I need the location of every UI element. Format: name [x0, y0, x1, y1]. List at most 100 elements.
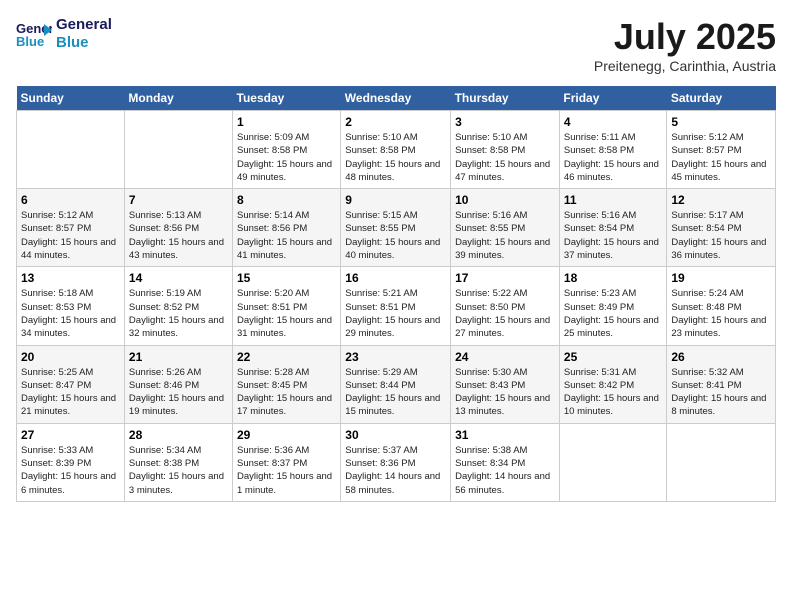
day-number: 8: [237, 193, 336, 207]
day-number: 3: [455, 115, 555, 129]
day-info: Sunrise: 5:12 AMSunset: 8:57 PMDaylight:…: [21, 209, 120, 262]
calendar-day-cell: 26 Sunrise: 5:32 AMSunset: 8:41 PMDayligh…: [667, 345, 776, 423]
calendar-day-cell: 14 Sunrise: 5:19 AMSunset: 8:52 PMDayligh…: [124, 267, 232, 345]
day-info: Sunrise: 5:11 AMSunset: 8:58 PMDaylight:…: [564, 131, 662, 184]
calendar-day-cell: 27Sunrise: 5:33 AMSunset: 8:39 PMDayligh…: [17, 423, 125, 501]
day-info: Sunrise: 5:10 AMSunset: 8:58 PMDaylight:…: [345, 131, 446, 184]
day-info: Sunrise: 5:15 AMSunset: 8:55 PMDaylight:…: [345, 209, 446, 262]
calendar-day-cell: 23Sunrise: 5:29 AMSunset: 8:44 PMDayligh…: [341, 345, 451, 423]
calendar-day-cell: 11Sunrise: 5:16 AMSunset: 8:54 PMDayligh…: [559, 189, 666, 267]
calendar-day-cell: 9 Sunrise: 5:15 AMSunset: 8:55 PMDaylight…: [341, 189, 451, 267]
month-title: July 2025: [594, 16, 776, 58]
day-info: Sunrise: 5:10 AMSunset: 8:58 PMDaylight:…: [455, 131, 555, 184]
weekday-header: Tuesday: [233, 86, 341, 111]
calendar-week-row: 13Sunrise: 5:18 AMSunset: 8:53 PMDayligh…: [17, 267, 776, 345]
day-number: 26: [671, 350, 771, 364]
day-info: Sunrise: 5:38 AMSunset: 8:34 PMDaylight:…: [455, 444, 555, 497]
day-number: 23: [345, 350, 446, 364]
calendar-header-row: SundayMondayTuesdayWednesdayThursdayFrid…: [17, 86, 776, 111]
day-info: Sunrise: 5:21 AMSunset: 8:51 PMDaylight:…: [345, 287, 446, 340]
day-info: Sunrise: 5:24 AMSunset: 8:48 PMDaylight:…: [671, 287, 771, 340]
day-number: 21: [129, 350, 228, 364]
svg-text:Blue: Blue: [16, 34, 44, 48]
calendar-week-row: 6 Sunrise: 5:12 AMSunset: 8:57 PMDaylight…: [17, 189, 776, 267]
day-info: Sunrise: 5:22 AMSunset: 8:50 PMDaylight:…: [455, 287, 555, 340]
day-info: Sunrise: 5:31 AMSunset: 8:42 PMDaylight:…: [564, 366, 662, 419]
logo-icon: General Blue: [16, 20, 52, 48]
day-number: 15: [237, 271, 336, 285]
day-number: 1: [237, 115, 336, 129]
calendar-day-cell: 18 Sunrise: 5:23 AMSunset: 8:49 PMDayligh…: [559, 267, 666, 345]
calendar-day-cell: 19 Sunrise: 5:24 AMSunset: 8:48 PMDayligh…: [667, 267, 776, 345]
day-info: Sunrise: 5:19 AMSunset: 8:52 PMDaylight:…: [129, 287, 228, 340]
day-number: 6: [21, 193, 120, 207]
day-info: Sunrise: 5:09 AMSunset: 8:58 PMDaylight:…: [237, 131, 336, 184]
calendar-day-cell: 25 Sunrise: 5:31 AMSunset: 8:42 PMDayligh…: [559, 345, 666, 423]
calendar-day-cell: [667, 423, 776, 501]
calendar-day-cell: 21 Sunrise: 5:26 AMSunset: 8:46 PMDayligh…: [124, 345, 232, 423]
day-info: Sunrise: 5:16 AMSunset: 8:55 PMDaylight:…: [455, 209, 555, 262]
calendar-week-row: 1 Sunrise: 5:09 AMSunset: 8:58 PMDaylight…: [17, 111, 776, 189]
day-number: 13: [21, 271, 120, 285]
day-info: Sunrise: 5:36 AMSunset: 8:37 PMDaylight:…: [237, 444, 336, 497]
day-info: Sunrise: 5:26 AMSunset: 8:46 PMDaylight:…: [129, 366, 228, 419]
page-header: General Blue General Blue July 2025 Prei…: [16, 16, 776, 74]
location-subtitle: Preitenegg, Carinthia, Austria: [594, 58, 776, 74]
weekday-header: Monday: [124, 86, 232, 111]
day-number: 5: [671, 115, 771, 129]
day-info: Sunrise: 5:33 AMSunset: 8:39 PMDaylight:…: [21, 444, 120, 497]
day-info: Sunrise: 5:32 AMSunset: 8:41 PMDaylight:…: [671, 366, 771, 419]
day-info: Sunrise: 5:34 AMSunset: 8:38 PMDaylight:…: [129, 444, 228, 497]
logo-text-blue: Blue: [56, 34, 112, 52]
day-number: 9: [345, 193, 446, 207]
day-number: 30: [345, 428, 446, 442]
day-number: 7: [129, 193, 228, 207]
logo: General Blue General Blue: [16, 16, 112, 52]
weekday-header: Friday: [559, 86, 666, 111]
calendar-table: SundayMondayTuesdayWednesdayThursdayFrid…: [16, 86, 776, 502]
calendar-day-cell: 6 Sunrise: 5:12 AMSunset: 8:57 PMDaylight…: [17, 189, 125, 267]
day-number: 24: [455, 350, 555, 364]
day-number: 4: [564, 115, 662, 129]
title-area: July 2025 Preitenegg, Carinthia, Austria: [594, 16, 776, 74]
calendar-day-cell: 2 Sunrise: 5:10 AMSunset: 8:58 PMDaylight…: [341, 111, 451, 189]
day-number: 18: [564, 271, 662, 285]
day-number: 19: [671, 271, 771, 285]
day-number: 2: [345, 115, 446, 129]
calendar-day-cell: [559, 423, 666, 501]
day-info: Sunrise: 5:17 AMSunset: 8:54 PMDaylight:…: [671, 209, 771, 262]
day-number: 22: [237, 350, 336, 364]
day-info: Sunrise: 5:28 AMSunset: 8:45 PMDaylight:…: [237, 366, 336, 419]
calendar-day-cell: 7 Sunrise: 5:13 AMSunset: 8:56 PMDaylight…: [124, 189, 232, 267]
weekday-header: Sunday: [17, 86, 125, 111]
calendar-day-cell: 30 Sunrise: 5:37 AMSunset: 8:36 PMDayligh…: [341, 423, 451, 501]
day-number: 14: [129, 271, 228, 285]
day-number: 29: [237, 428, 336, 442]
day-info: Sunrise: 5:23 AMSunset: 8:49 PMDaylight:…: [564, 287, 662, 340]
calendar-day-cell: 10 Sunrise: 5:16 AMSunset: 8:55 PMDayligh…: [451, 189, 560, 267]
calendar-day-cell: 31 Sunrise: 5:38 AMSunset: 8:34 PMDayligh…: [451, 423, 560, 501]
logo-text-general: General: [56, 16, 112, 34]
weekday-header: Saturday: [667, 86, 776, 111]
calendar-day-cell: 22 Sunrise: 5:28 AMSunset: 8:45 PMDayligh…: [233, 345, 341, 423]
calendar-day-cell: 13Sunrise: 5:18 AMSunset: 8:53 PMDayligh…: [17, 267, 125, 345]
day-info: Sunrise: 5:20 AMSunset: 8:51 PMDaylight:…: [237, 287, 336, 340]
day-number: 10: [455, 193, 555, 207]
day-number: 28: [129, 428, 228, 442]
calendar-day-cell: [124, 111, 232, 189]
day-number: 11: [564, 193, 662, 207]
calendar-day-cell: 4 Sunrise: 5:11 AMSunset: 8:58 PMDaylight…: [559, 111, 666, 189]
day-number: 16: [345, 271, 446, 285]
day-info: Sunrise: 5:25 AMSunset: 8:47 PMDaylight:…: [21, 366, 120, 419]
calendar-day-cell: 16 Sunrise: 5:21 AMSunset: 8:51 PMDayligh…: [341, 267, 451, 345]
day-info: Sunrise: 5:12 AMSunset: 8:57 PMDaylight:…: [671, 131, 771, 184]
calendar-day-cell: 15 Sunrise: 5:20 AMSunset: 8:51 PMDayligh…: [233, 267, 341, 345]
calendar-day-cell: 12 Sunrise: 5:17 AMSunset: 8:54 PMDayligh…: [667, 189, 776, 267]
calendar-day-cell: 5 Sunrise: 5:12 AMSunset: 8:57 PMDaylight…: [667, 111, 776, 189]
day-info: Sunrise: 5:37 AMSunset: 8:36 PMDaylight:…: [345, 444, 446, 497]
day-number: 12: [671, 193, 771, 207]
day-number: 25: [564, 350, 662, 364]
calendar-day-cell: 24Sunrise: 5:30 AMSunset: 8:43 PMDayligh…: [451, 345, 560, 423]
day-info: Sunrise: 5:13 AMSunset: 8:56 PMDaylight:…: [129, 209, 228, 262]
day-number: 31: [455, 428, 555, 442]
